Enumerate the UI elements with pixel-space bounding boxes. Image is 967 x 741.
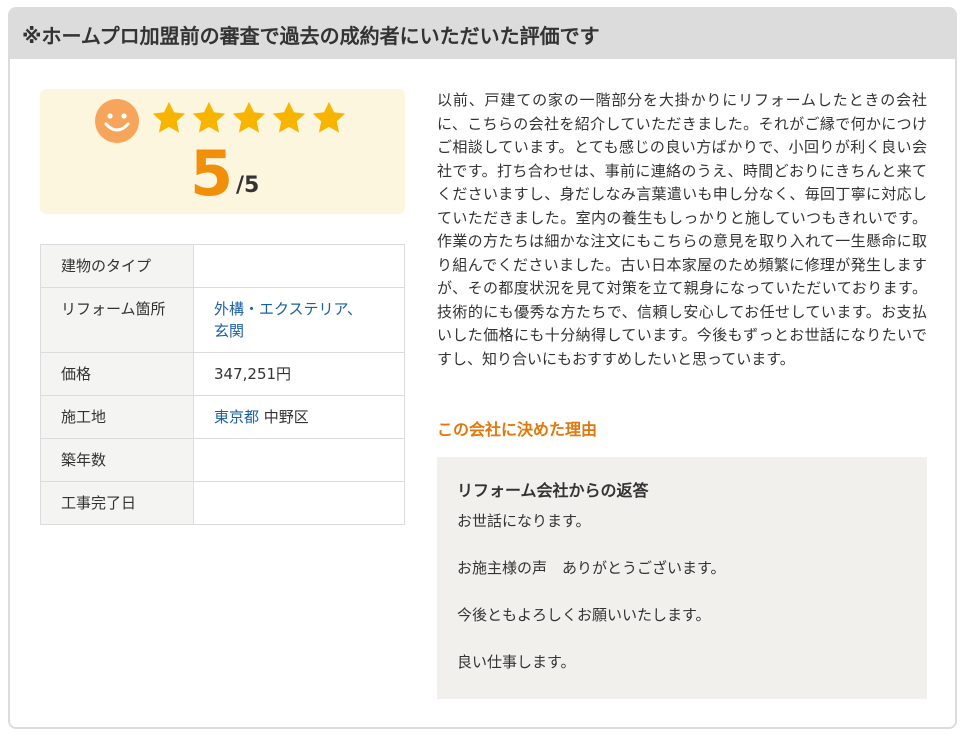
- row-value: [193, 481, 405, 525]
- review-text: 以前、戸建ての家の一階部分を大掛かりにリフォームしたときの会社に、こちらの会社を…: [437, 91, 927, 368]
- table-row: 工事完了日: [40, 481, 405, 525]
- row-label: 築年数: [40, 438, 194, 482]
- smiley-icon: [95, 99, 139, 143]
- card-header: ※ホームプロ加盟前の審査で過去の成約者にいただいた評価です: [10, 9, 955, 59]
- row-value: 347,251円: [193, 352, 405, 396]
- star-icon: [312, 101, 346, 133]
- star-icon: [232, 101, 266, 133]
- reply-title: リフォーム会社からの返答: [457, 481, 649, 500]
- table-row: 価格 347,251円: [40, 352, 405, 396]
- reason-heading: この会社に決めた理由: [437, 420, 598, 439]
- table-row: 築年数: [40, 438, 405, 482]
- row-label: 施工地: [40, 395, 194, 439]
- review-card: ※ホームプロ加盟前の審査で過去の成約者にいただいた評価です 5 /5 建物のタイ…: [8, 7, 957, 729]
- rating-box: 5 /5: [40, 89, 405, 214]
- ward-text: 中野区: [259, 408, 309, 426]
- link-exterior[interactable]: 外構・エクステリア、: [214, 300, 362, 318]
- row-value: [193, 244, 405, 288]
- rating-score: 5: [190, 137, 234, 210]
- rating-max: /5: [236, 173, 260, 198]
- row-label: 価格: [40, 352, 194, 396]
- reply-line: お施主様の声 ありがとうございます。: [457, 559, 726, 577]
- star-icon: [192, 101, 226, 133]
- reply-line: お世話になります。: [457, 512, 591, 530]
- reply-line: 良い仕事します。: [457, 653, 576, 671]
- company-reply: リフォーム会社からの返答 お世話になります。 お施主様の声 ありがとうございます…: [437, 457, 927, 699]
- row-value: 東京都 中野区: [193, 395, 405, 439]
- row-value: 外構・エクステリア、 玄関: [193, 287, 405, 353]
- link-entrance[interactable]: 玄関: [214, 322, 244, 340]
- star-icon: [272, 101, 306, 133]
- table-row: リフォーム箇所 外構・エクステリア、 玄関: [40, 287, 405, 353]
- star-rating: [150, 99, 348, 137]
- row-label: リフォーム箇所: [40, 287, 194, 353]
- row-value: [193, 438, 405, 482]
- row-label: 工事完了日: [40, 481, 194, 525]
- info-table: 建物のタイプ リフォーム箇所 外構・エクステリア、 玄関 価格 347,251円…: [40, 244, 405, 525]
- table-row: 施工地 東京都 中野区: [40, 395, 405, 439]
- header-title: ※ホームプロ加盟前の審査で過去の成約者にいただいた評価です: [22, 23, 600, 48]
- star-icon: [152, 101, 186, 133]
- table-row: 建物のタイプ: [40, 244, 405, 288]
- row-label: 建物のタイプ: [40, 244, 194, 288]
- link-tokyo[interactable]: 東京都: [214, 408, 259, 426]
- reply-line: 今後ともよろしくお願いいたします。: [457, 606, 711, 624]
